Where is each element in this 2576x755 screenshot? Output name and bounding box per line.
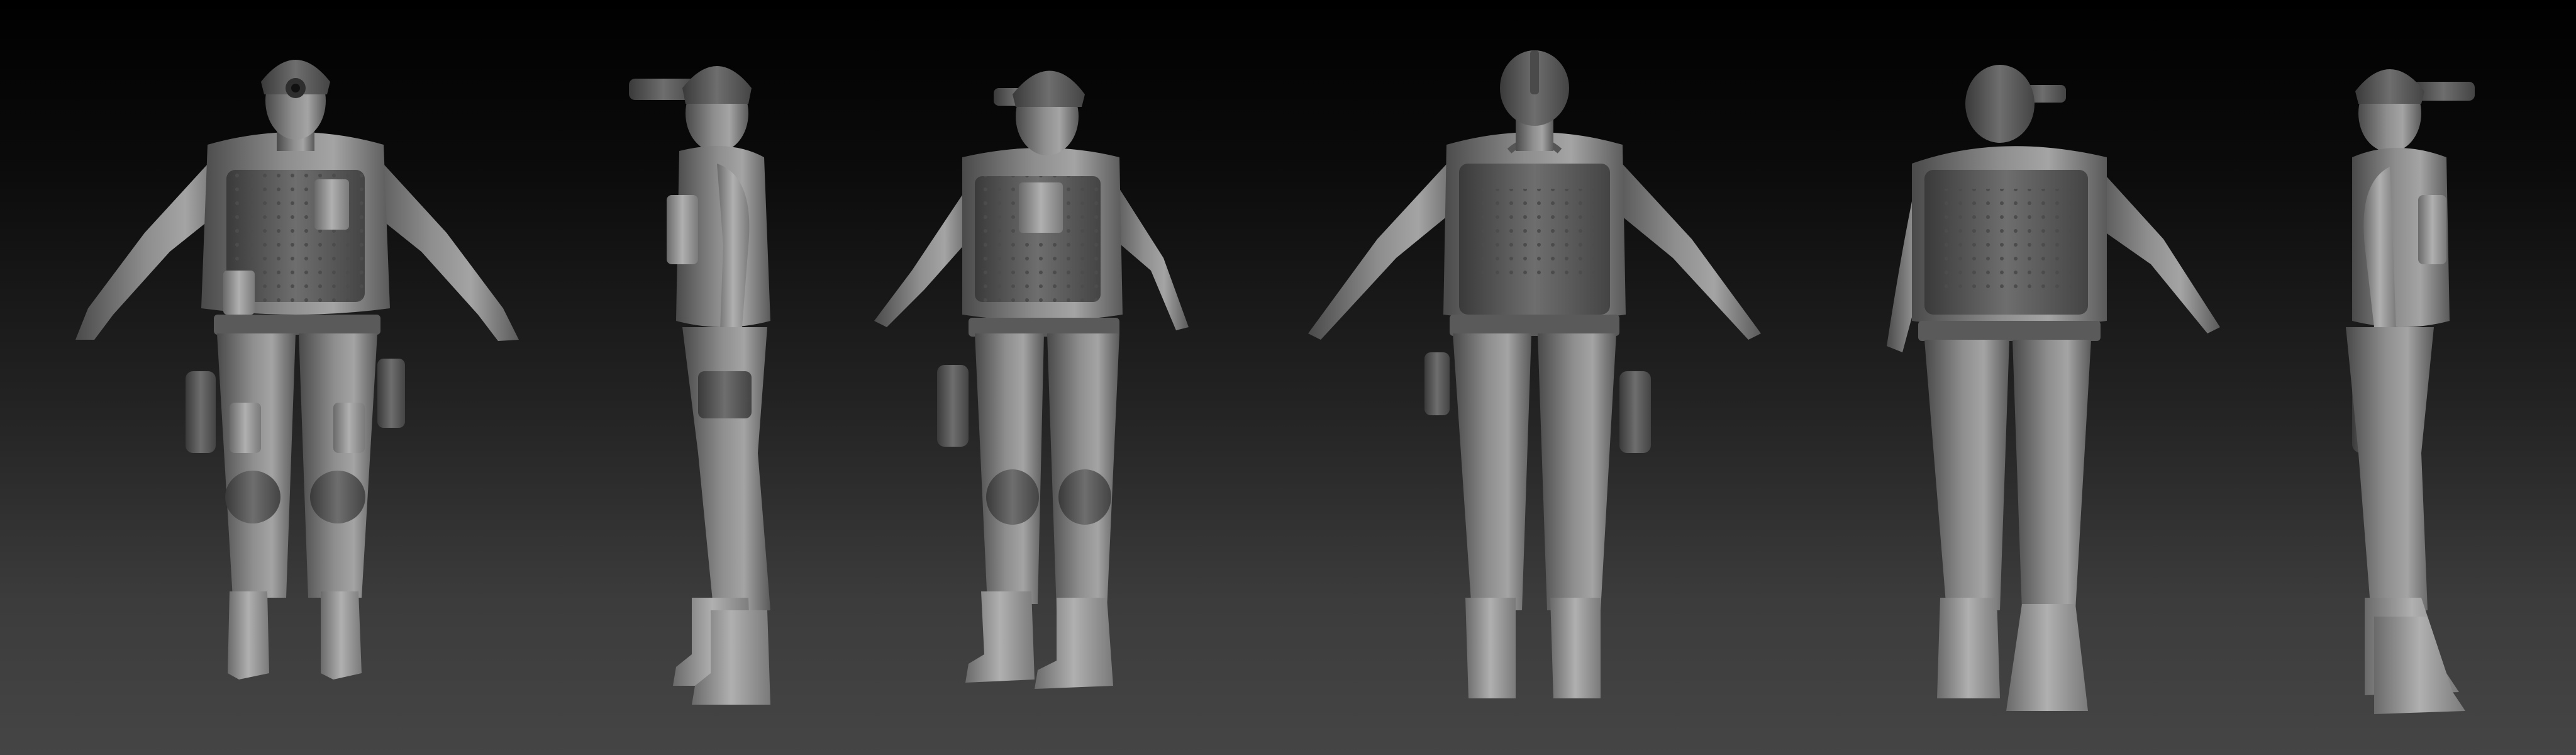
character-back-view (1283, 44, 1786, 724)
soldier-left-side-figure (629, 66, 770, 705)
character-front-view (50, 44, 541, 724)
soldier-right-side-figure (2346, 69, 2475, 714)
character-back-three-quarter-view (1843, 44, 2245, 724)
soldier-back-three-quarter-figure (1887, 65, 2220, 711)
character-right-side-view (2302, 44, 2509, 724)
soldier-front-three-quarter-figure (874, 70, 1189, 689)
sculpt-turnaround-canvas (0, 0, 2576, 755)
character-left-side-view (604, 44, 830, 724)
character-front-three-quarter-view (868, 44, 1220, 724)
soldier-front-figure (75, 60, 519, 680)
soldier-back-figure (1308, 50, 1761, 698)
